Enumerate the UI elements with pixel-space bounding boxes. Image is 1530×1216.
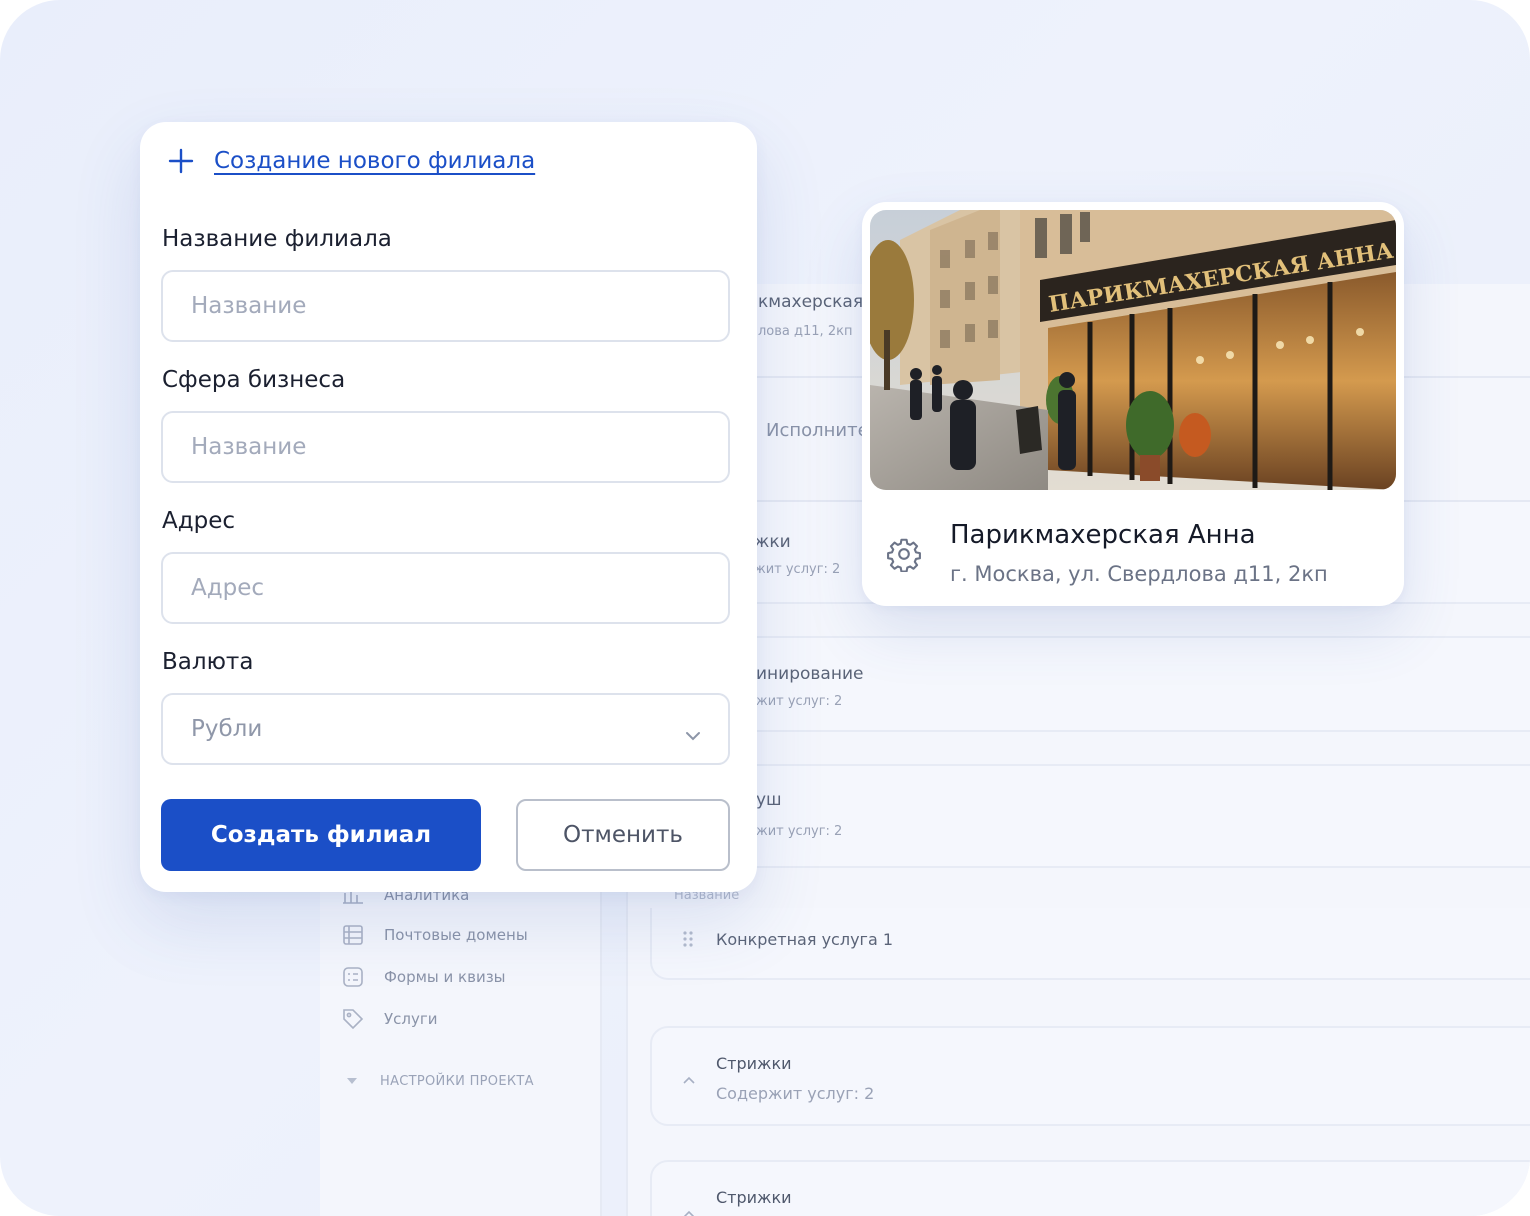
row-title: инирование <box>756 664 864 684</box>
row-subtitle: жит услуг: 2 <box>756 694 843 709</box>
business-sphere-field[interactable] <box>161 411 730 483</box>
create-branch-modal: Создание нового филиала Название филиала… <box>140 122 757 892</box>
branch-name-label: Название филиала <box>162 226 392 252</box>
currency-label: Валюта <box>162 649 254 675</box>
sidebar-item-services[interactable]: Услуги <box>342 1008 437 1030</box>
sidebar-item-label: Услуги <box>384 1010 438 1028</box>
currency-select[interactable]: Рубли <box>161 693 730 765</box>
address-input[interactable] <box>191 575 728 601</box>
sidebar-item-label: Почтовые домены <box>384 926 528 944</box>
sidebar-section-project-settings[interactable]: НАСТРОЙКИ ПРОЕКТА <box>346 1074 534 1089</box>
branch-name-input[interactable] <box>191 293 728 319</box>
group-row[interactable]: уш жит услуг: 2 <box>650 764 1530 868</box>
tag-icon <box>342 1008 364 1030</box>
group-row-haircuts[interactable]: Стрижки <box>650 1160 1530 1216</box>
list-icon <box>342 924 364 946</box>
address-label: Адрес <box>162 508 236 534</box>
row-title: уш <box>756 790 782 810</box>
row-title: Исполните <box>766 420 869 441</box>
row-title: Стрижки <box>716 1054 792 1073</box>
chevron-up-icon[interactable] <box>682 1206 696 1216</box>
row-title: Стрижки <box>716 1188 792 1207</box>
form-icon <box>342 966 364 988</box>
create-branch-button[interactable]: Создать филиал <box>161 799 481 871</box>
row-title: кмахерская <box>758 292 864 312</box>
create-branch-link[interactable]: Создание нового филиала <box>168 148 535 174</box>
service-item-label: Конкретная услуга 1 <box>716 930 894 949</box>
branch-name: Парикмахерская Анна <box>950 520 1256 550</box>
caret-down-icon <box>346 1074 358 1089</box>
currency-selected-value: Рубли <box>191 716 263 742</box>
service-item[interactable]: Конкретная услуга 1 <box>650 908 1530 980</box>
sidebar-item-forms[interactable]: Формы и квизы <box>342 966 506 988</box>
row-title: жки <box>754 532 791 552</box>
sidebar-item-mail-domains[interactable]: Почтовые домены <box>342 924 528 946</box>
chevron-down-icon <box>684 723 702 741</box>
plus-icon <box>168 148 194 174</box>
drag-handle-icon[interactable] <box>682 930 694 952</box>
business-sphere-label: Сфера бизнеса <box>162 367 346 393</box>
chevron-up-icon[interactable] <box>682 1072 696 1086</box>
branch-name-field[interactable] <box>161 270 730 342</box>
group-row[interactable]: инирование жит услуг: 2 <box>650 636 1530 732</box>
branch-address: г. Москва, ул. Свердлова д11, 2кп <box>950 562 1328 586</box>
create-branch-link-label: Создание нового филиала <box>214 148 536 174</box>
row-subtitle: лова д11, 2кп <box>758 324 853 339</box>
row-subtitle: жит услуг: 2 <box>756 824 843 839</box>
business-sphere-input[interactable] <box>191 434 728 460</box>
sidebar: Аналитика Почтовые домены Формы и квизы … <box>320 860 602 1216</box>
address-field[interactable] <box>161 552 730 624</box>
row-subtitle: жит услуг: 2 <box>754 562 841 577</box>
branch-photo: ПАРИКМАХЕРСКАЯ АННА Стрижки • Окрашивани… <box>870 210 1396 490</box>
canvas: Аналитика Почтовые домены Формы и квизы … <box>0 0 1530 1216</box>
group-row-haircuts[interactable]: Стрижки Содержит услуг: 2 <box>650 1026 1530 1126</box>
sidebar-item-label: Формы и квизы <box>384 968 506 986</box>
cancel-button[interactable]: Отменить <box>516 799 730 871</box>
branch-card[interactable]: ПАРИКМАХЕРСКАЯ АННА Стрижки • Окрашивани… <box>862 202 1404 606</box>
gear-icon[interactable] <box>886 536 922 573</box>
row-subtitle: Содержит услуг: 2 <box>716 1084 875 1103</box>
